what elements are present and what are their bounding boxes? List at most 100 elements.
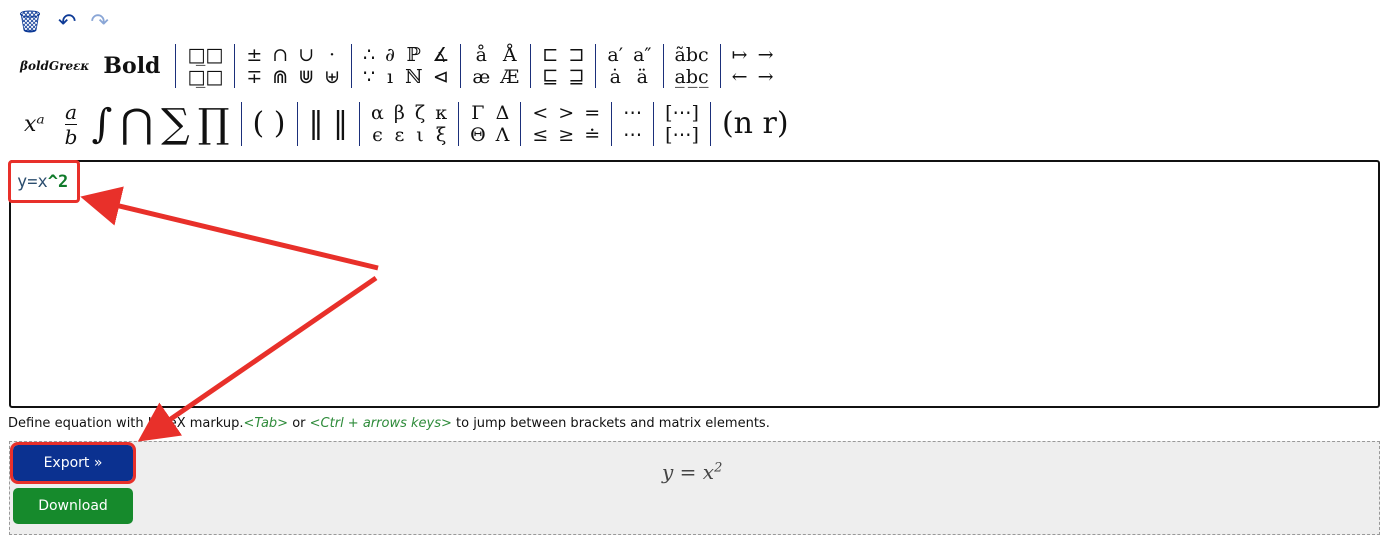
separator — [653, 102, 655, 146]
symbol-button[interactable]: ≥ — [558, 124, 574, 146]
symbol-button[interactable]: ε — [394, 124, 405, 146]
symbol-button[interactable]: ι — [415, 124, 425, 146]
symbol-button[interactable]: ∓ — [246, 66, 262, 88]
undo-icon[interactable]: ↶ — [58, 10, 76, 35]
symbol-button[interactable]: < — [532, 102, 548, 124]
preview-area: Export » Download y = x2 — [9, 441, 1380, 535]
trash-icon[interactable]: 🗑 — [16, 10, 44, 35]
product-button[interactable]: ∏ — [194, 101, 234, 147]
help-text: Define equation with LaTeX markup.<Tab> … — [8, 416, 770, 431]
numerator: a — [65, 99, 78, 124]
fraction-button[interactable]: ab — [55, 100, 88, 149]
download-button[interactable]: Download — [13, 488, 133, 524]
symbol-group: ãbc a̲b̲c̲ — [671, 44, 713, 88]
separator — [709, 102, 711, 146]
symbol-button[interactable]: · — [324, 44, 340, 66]
symbol-button[interactable]: → — [758, 44, 774, 66]
symbol-button[interactable]: ≤ — [532, 124, 548, 146]
symbol-button[interactable]: ⊎ — [324, 66, 340, 88]
symbol-button[interactable]: ℕ — [405, 66, 422, 88]
symbol-button[interactable]: ← — [732, 66, 748, 88]
symbol-button[interactable]: → — [758, 66, 774, 88]
symbol-group: ⋯ ⋯ — [619, 102, 646, 146]
symbol-button[interactable]: ∪ — [298, 44, 314, 66]
intersection-button[interactable]: ⋂ — [116, 101, 157, 147]
symbol-button[interactable]: ȧ — [607, 66, 623, 88]
symbol-button[interactable]: [⋯] — [665, 102, 699, 124]
symbol-button[interactable]: Γ — [470, 102, 486, 124]
symbol-row-2: xᵃ ab ∫ ⋂ ∑ ∏ ( ) ‖ ‖ α ϵ β ε ζ ι κ ξ Γ Θ Δ Λ < ≤ > ≥ = ≐ ⋯ ⋯… — [14, 96, 793, 152]
separator — [595, 44, 597, 88]
symbol-button[interactable]: ⊒ — [568, 66, 584, 88]
symbol-button[interactable]: ∡ — [432, 44, 449, 66]
symbol-button[interactable]: a′ — [607, 44, 623, 66]
separator — [458, 102, 460, 146]
symbol-button[interactable]: > — [558, 102, 574, 124]
symbol-button[interactable]: ∂ — [385, 44, 395, 66]
redo-icon[interactable]: ↷ — [90, 10, 108, 35]
symbol-button[interactable]: ⊏ — [542, 44, 558, 66]
symbol-button[interactable]: a″ — [633, 44, 651, 66]
symbol-button[interactable]: ä — [633, 66, 651, 88]
symbol-button[interactable]: æ — [472, 66, 490, 88]
symbol-group: ± ∓ ∩ ⋒ ∪ ⋓ · ⊎ — [242, 44, 344, 88]
bold-button[interactable]: Bold — [95, 53, 168, 79]
symbol-button[interactable]: β — [394, 102, 405, 124]
symbol-button[interactable]: = — [584, 102, 600, 124]
symbol-button[interactable]: ⋯ — [623, 102, 642, 124]
symbol-button[interactable]: (n r) — [722, 109, 789, 139]
symbol-group: (n r) — [718, 109, 793, 139]
symbol-button[interactable]: ξ — [435, 124, 447, 146]
symbol-group: ⊏ ⊑ ⊐ ⊒ — [538, 44, 588, 88]
symbol-button[interactable]: □̲□ — [187, 66, 223, 88]
symbol-button[interactable]: ℙ — [405, 44, 422, 66]
separator — [359, 102, 361, 146]
help-part: or — [288, 416, 310, 431]
symbol-button[interactable]: ⊑ — [542, 66, 558, 88]
latex-editor[interactable]: y=x^2 — [9, 160, 1380, 408]
symbol-button[interactable]: Æ — [500, 66, 519, 88]
symbol-button[interactable]: ζ — [415, 102, 425, 124]
symbol-button[interactable]: ( ) — [253, 109, 286, 139]
symbol-button[interactable]: Δ — [496, 102, 510, 124]
symbol-group: ∴ ∵ ∂ ı ℙ ℕ ∡ ⊲ — [359, 44, 453, 88]
symbol-button[interactable]: ı — [385, 66, 395, 88]
highlight-box-code — [8, 160, 80, 203]
symbol-button[interactable]: ⋯ — [623, 124, 642, 146]
bold-greek-button[interactable]: βoldGreεκ — [14, 59, 95, 73]
symbol-button[interactable]: ϵ — [371, 124, 384, 146]
symbol-button[interactable]: ∩ — [272, 44, 288, 66]
symbol-button[interactable]: ↦ — [732, 44, 748, 66]
symbol-button[interactable]: α — [371, 102, 384, 124]
symbol-button[interactable]: ∵ — [363, 66, 375, 88]
symbol-group: ΓΘΔΛ — [466, 102, 513, 146]
denominator: b — [64, 123, 78, 149]
symbol-button[interactable]: Å — [500, 44, 519, 66]
symbol-group: åæÅÆ — [468, 44, 523, 88]
symbol-button[interactable]: ⊐ — [568, 44, 584, 66]
symbol-button[interactable]: ≐ — [584, 124, 600, 146]
symbol-button[interactable]: □̲□ — [187, 44, 223, 66]
symbol-button[interactable]: a̲b̲c̲ — [675, 66, 709, 88]
symbol-button[interactable]: å — [472, 44, 490, 66]
symbol-button[interactable]: ± — [246, 44, 262, 66]
symbol-button[interactable]: ‖ ‖ — [309, 109, 349, 139]
symbol-button[interactable]: ãbc — [675, 44, 709, 66]
superscript-button[interactable]: xᵃ — [14, 112, 55, 137]
symbol-group: ‖ ‖ — [305, 109, 353, 139]
separator — [234, 44, 236, 88]
integral-button[interactable]: ∫ — [87, 101, 116, 147]
separator — [296, 102, 298, 146]
symbol-button[interactable]: [⋯] — [665, 124, 699, 146]
sum-button[interactable]: ∑ — [157, 101, 194, 147]
symbol-group: < ≤ > ≥ = ≐ — [528, 102, 604, 146]
symbol-button[interactable]: ∴ — [363, 44, 375, 66]
symbol-button[interactable]: Λ — [496, 124, 510, 146]
symbol-button[interactable]: ⋓ — [298, 66, 314, 88]
symbol-button[interactable]: ⋒ — [272, 66, 288, 88]
symbol-button[interactable]: ⊲ — [432, 66, 449, 88]
export-button[interactable]: Export » — [10, 442, 136, 484]
symbol-button[interactable]: κ — [435, 102, 447, 124]
symbol-row-1: βoldGreεκ Bold □̲□ □̲□ ± ∓ ∩ ⋒ ∪ ⋓ · ⊎ ∴ ∵ ∂ ı ℙ ℕ ∡ ⊲ å æ Å… — [14, 42, 778, 90]
symbol-button[interactable]: Θ — [470, 124, 486, 146]
